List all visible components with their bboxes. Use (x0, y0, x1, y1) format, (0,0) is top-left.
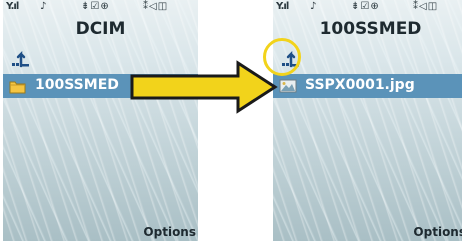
folder-icon (9, 81, 26, 94)
options-softkey[interactable]: Options (143, 225, 196, 239)
phone-screen-left: Y.ıl ♪ ⇟☑⊕ ⁑◁◫ DCIM 100SSMED Options (3, 0, 198, 241)
list-item-file[interactable]: SSPX0001.jpg (273, 74, 462, 98)
status-icons-middle: ⇟☑⊕ (81, 1, 110, 12)
music-note-icon: ♪ (310, 1, 317, 12)
status-icons-middle: ⇟☑⊕ (351, 1, 380, 12)
status-bar: Y.ıl ♪ ⇟☑⊕ ⁑◁◫ (273, 0, 462, 14)
music-note-icon: ♪ (40, 1, 47, 12)
image-file-icon (279, 79, 297, 93)
list-item-label: SSPX0001.jpg (305, 77, 415, 93)
up-folder-icon[interactable] (11, 48, 31, 70)
status-bar: Y.ıl ♪ ⇟☑⊕ ⁑◁◫ (3, 0, 198, 14)
signal-icon: Y.ıl (276, 1, 289, 12)
screen-title: DCIM (75, 19, 126, 39)
phone-screen-right: Y.ıl ♪ ⇟☑⊕ ⁑◁◫ 100SSMED SSPX0001.jpg Opt… (273, 0, 462, 241)
list-item-label: 100SSMED (35, 77, 119, 93)
signal-icon: Y.ıl (6, 1, 19, 12)
right-arrow-icon (130, 60, 278, 114)
screen-title: 100SSMED (319, 19, 422, 39)
status-icons-right: ⁑◁◫ (413, 1, 439, 12)
status-icons-right: ⁑◁◫ (143, 1, 169, 12)
options-softkey[interactable]: Options (413, 225, 462, 239)
